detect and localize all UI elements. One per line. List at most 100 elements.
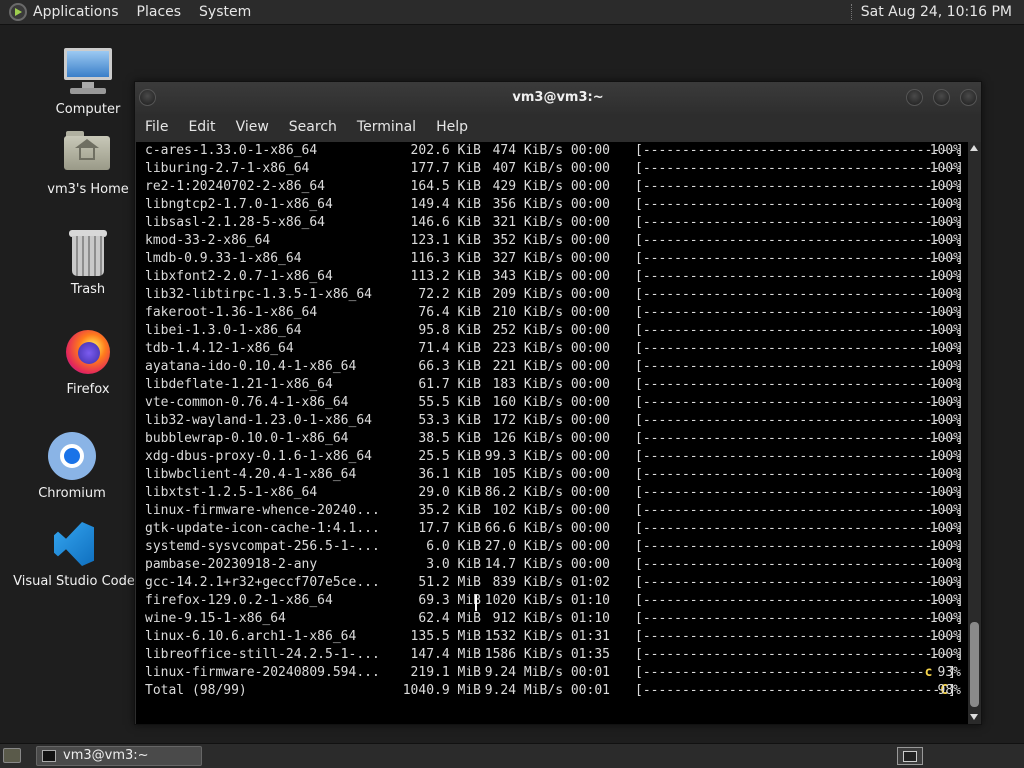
menu-search[interactable]: Search <box>289 119 337 135</box>
workspace-switcher-icon[interactable] <box>897 747 923 765</box>
top-panel: Applications Places System Sat Aug 24, 1… <box>0 0 1024 25</box>
text-cursor-icon <box>475 595 477 611</box>
terminal-line: libngtcp2-1.7.0-1-x86_64 149.4 KiB 356 KiB… <box>145 196 965 214</box>
progress-percent: 100% <box>929 215 961 230</box>
progress-percent: 93% <box>937 665 961 680</box>
progress-percent: 100% <box>929 539 961 554</box>
progress-percent: 100% <box>929 593 961 608</box>
menu-view[interactable]: View <box>236 119 269 135</box>
vscode-icon <box>48 518 100 570</box>
progress-percent: 100% <box>929 449 961 464</box>
menu-applications[interactable]: Applications <box>33 4 119 20</box>
progress-percent: 100% <box>929 413 961 428</box>
terminal-scrollbar[interactable] <box>968 142 981 724</box>
terminal-line: wine-9.15-1-x86_64 62.4 MiB 912 KiB/s 01:1… <box>145 610 965 628</box>
terminal-menubar: File Edit View Search Terminal Help <box>135 114 981 140</box>
terminal-output[interactable]: c-ares-1.33.0-1-x86_64 202.6 KiB 474 KiB/s… <box>136 142 968 724</box>
bottom-panel: vm3@vm3:~ <box>0 743 1024 768</box>
desktop-icon-vscode[interactable]: Visual Studio Code <box>9 518 139 589</box>
terminal-line: lib32-wayland-1.23.0-1-x86_64 53.3 KiB 172… <box>145 412 965 430</box>
clock[interactable]: Sat Aug 24, 10:16 PM <box>861 4 1012 20</box>
terminal-line: libdeflate-1.21-1-x86_64 61.7 KiB 183 KiB/… <box>145 376 965 394</box>
progress-percent: 100% <box>929 467 961 482</box>
taskbar-window-label: vm3@vm3:~ <box>63 748 149 763</box>
minimize-icon[interactable] <box>906 89 923 106</box>
trash-icon <box>62 226 114 278</box>
terminal-lines: c-ares-1.33.0-1-x86_64 202.6 KiB 474 KiB/s… <box>145 142 965 700</box>
progress-percent: 100% <box>929 611 961 626</box>
terminal-line: libxtst-1.2.5-1-x86_64 29.0 KiB 86.2 KiB/s… <box>145 484 965 502</box>
menu-file[interactable]: File <box>145 119 168 135</box>
terminal-line: c-ares-1.33.0-1-x86_64 202.6 KiB 474 KiB/s… <box>145 142 965 160</box>
terminal-line: Total (98/99) 1040.9 MiB 9.24 MiB/s 00:01[… <box>145 682 965 700</box>
desktop-icon-chromium[interactable]: Chromium <box>7 430 137 501</box>
terminal-icon <box>42 750 56 762</box>
terminal-line: kmod-33-2-x86_64 123.1 KiB 352 KiB/s 00:00… <box>145 232 965 250</box>
progress-percent: 100% <box>929 323 961 338</box>
terminal-line: gtk-update-icon-cache-1:4.1... 17.7 KiB 66… <box>145 520 965 538</box>
menu-places[interactable]: Places <box>137 4 182 20</box>
menu-help[interactable]: Help <box>436 119 468 135</box>
home-folder-icon <box>62 126 114 178</box>
panel-separator <box>850 4 853 20</box>
progress-percent: 100% <box>929 557 961 572</box>
progress-percent: 100% <box>929 143 961 158</box>
progress-percent: 100% <box>929 197 961 212</box>
terminal-line: lib32-libtirpc-1.3.5-1-x86_64 72.2 KiB 209… <box>145 286 965 304</box>
terminal-line: libwbclient-4.20.4-1-x86_64 36.1 KiB 105 K… <box>145 466 965 484</box>
terminal-line: linux-firmware-20240809.594... 219.1 MiB 9… <box>145 664 965 682</box>
terminal-line: firefox-129.0.2-1-x86_64 69.3 MiB 1020 KiB… <box>145 592 965 610</box>
terminal-line: ayatana-ido-0.10.4-1-x86_64 66.3 KiB 221 K… <box>145 358 965 376</box>
progress-percent: 100% <box>929 431 961 446</box>
terminal-line: libxfont2-2.0.7-1-x86_64 113.2 KiB 343 KiB… <box>145 268 965 286</box>
progress-percent: 100% <box>929 521 961 536</box>
progress-percent: 100% <box>929 377 961 392</box>
progress-percent: 100% <box>929 575 961 590</box>
progress-percent: 100% <box>929 629 961 644</box>
menu-system[interactable]: System <box>199 4 251 20</box>
progress-percent: 100% <box>929 485 961 500</box>
progress-percent: 100% <box>929 647 961 662</box>
terminal-line: libsasl-2.1.28-5-x86_64 146.6 KiB 321 KiB/… <box>145 214 965 232</box>
scrollbar-thumb[interactable] <box>970 622 979 707</box>
terminal-line: re2-1:20240702-2-x86_64 164.5 KiB 429 KiB/… <box>145 178 965 196</box>
terminal-window[interactable]: vm3@vm3:~ File Edit View Search Terminal… <box>134 81 982 725</box>
scroll-down-icon[interactable] <box>970 714 978 720</box>
window-title: vm3@vm3:~ <box>512 90 604 105</box>
terminal-line: vte-common-0.76.4-1-x86_64 55.5 KiB 160 Ki… <box>145 394 965 412</box>
desktop-icon-label: Chromium <box>38 486 106 501</box>
terminal-line: fakeroot-1.36-1-x86_64 76.4 KiB 210 KiB/s … <box>145 304 965 322</box>
progress-percent: 100% <box>929 359 961 374</box>
terminal-line: systemd-sysvcompat-256.5-1-... 6.0 KiB 27.… <box>145 538 965 556</box>
show-desktop-icon[interactable] <box>3 748 21 763</box>
computer-icon <box>62 46 114 98</box>
terminal-line: liburing-2.7-1-x86_64 177.7 KiB 407 KiB/s … <box>145 160 965 178</box>
terminal-line: bubblewrap-0.10.0-1-x86_64 38.5 KiB 126 Ki… <box>145 430 965 448</box>
scroll-up-icon[interactable] <box>970 145 978 151</box>
chromium-icon <box>46 430 98 482</box>
window-menu-icon[interactable] <box>139 89 156 106</box>
close-icon[interactable] <box>960 89 977 106</box>
progress-percent: 100% <box>929 503 961 518</box>
menu-terminal[interactable]: Terminal <box>357 119 416 135</box>
progress-percent: 98% <box>937 683 961 698</box>
progress-percent: 100% <box>929 305 961 320</box>
firefox-icon <box>62 326 114 378</box>
menu-edit[interactable]: Edit <box>188 119 215 135</box>
maximize-icon[interactable] <box>933 89 950 106</box>
desktop-icon-label: Visual Studio Code <box>13 574 135 589</box>
taskbar-window-button[interactable]: vm3@vm3:~ <box>36 746 202 766</box>
terminal-line: pambase-20230918-2-any 3.0 KiB 14.7 KiB/s … <box>145 556 965 574</box>
terminal-line: linux-6.10.6.arch1-1-x86_64 135.5 MiB 1532… <box>145 628 965 646</box>
window-titlebar[interactable]: vm3@vm3:~ <box>135 82 981 114</box>
terminal-line: libei-1.3.0-1-x86_64 95.8 KiB 252 KiB/s 00… <box>145 322 965 340</box>
progress-percent: 100% <box>929 251 961 266</box>
terminal-line: linux-firmware-whence-20240... 35.2 KiB 10… <box>145 502 965 520</box>
progress-percent: 100% <box>929 179 961 194</box>
progress-percent: 100% <box>929 395 961 410</box>
terminal-line: xdg-dbus-proxy-0.1.6-1-x86_64 25.5 KiB 99.… <box>145 448 965 466</box>
progress-percent: 100% <box>929 341 961 356</box>
progress-percent: 100% <box>929 269 961 284</box>
distro-logo-icon[interactable] <box>9 3 27 21</box>
progress-percent: 100% <box>929 287 961 302</box>
